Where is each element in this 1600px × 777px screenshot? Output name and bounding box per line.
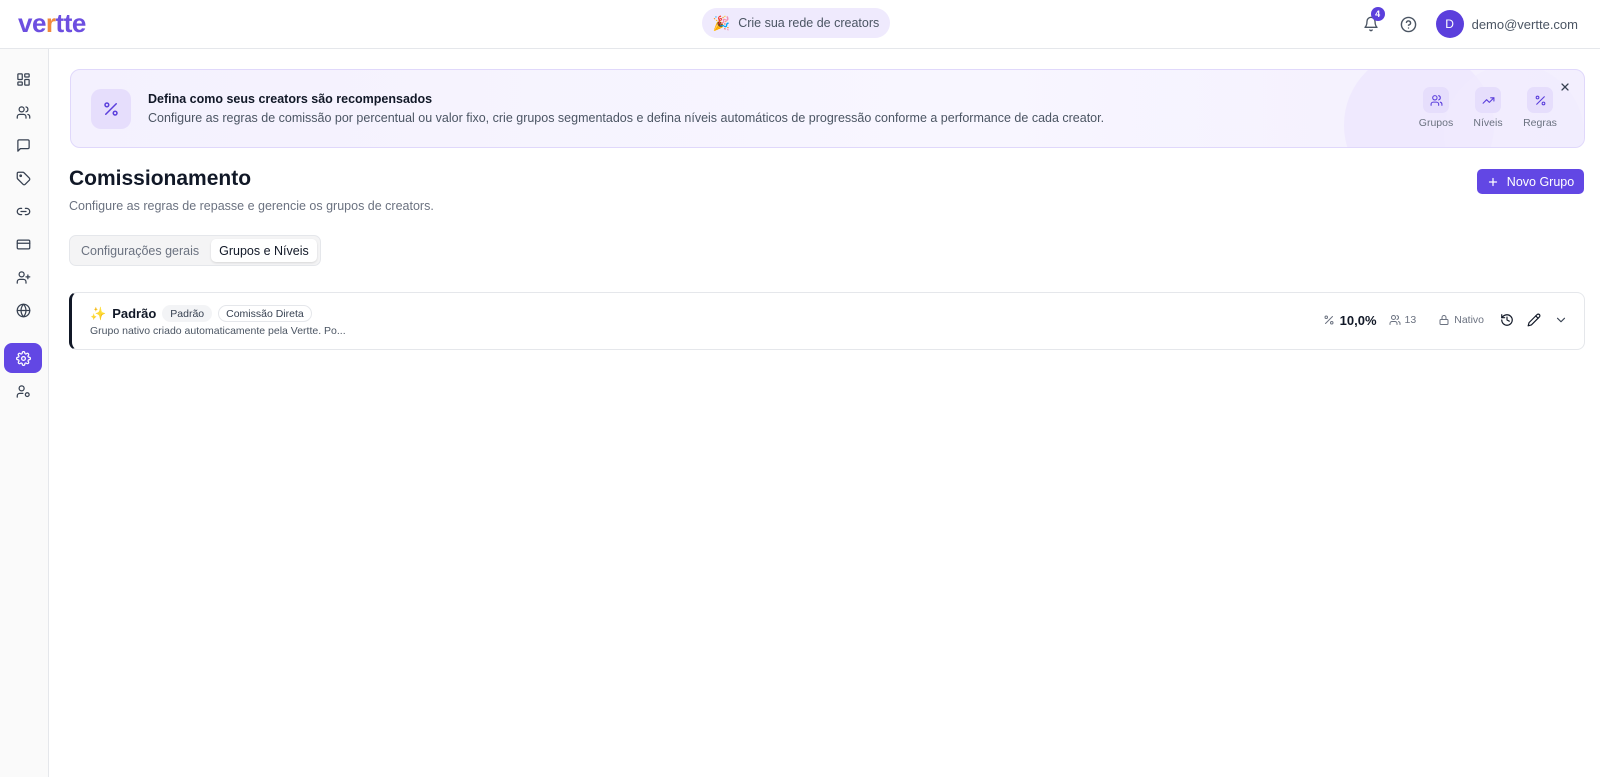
group-header: ✨ Padrão Padrão Comissão Direta (90, 305, 312, 322)
users-icon (1389, 315, 1401, 325)
group-card[interactable]: ✨ Padrão Padrão Comissão Direta Grupo na… (69, 292, 1585, 350)
sidebar-item-payments[interactable] (4, 229, 42, 259)
banner-close-button[interactable] (1556, 78, 1574, 96)
banner-shortcut-label: Níveis (1473, 117, 1503, 129)
group-name: Padrão (112, 306, 157, 321)
dashboard-icon (16, 72, 30, 86)
sidebar-item-links[interactable] (4, 196, 42, 226)
commission-rate: 10,0% (1323, 313, 1377, 328)
avatar: D (1435, 10, 1464, 38)
default-badge: Padrão (162, 305, 213, 322)
sidebar-item-website[interactable] (4, 295, 42, 325)
pencil-icon (1527, 313, 1541, 327)
user-email: demo@vertte.com (1471, 16, 1578, 32)
app-logo[interactable]: vertte (18, 8, 86, 38)
percent-icon (1527, 87, 1553, 113)
group-description: Grupo nativo criado automaticamente pela… (90, 325, 346, 337)
user-menu[interactable]: D demo@vertte.com (1435, 10, 1578, 38)
commission-rate-value: 10,0% (1339, 312, 1377, 328)
edit-group-button[interactable] (1523, 309, 1545, 331)
user-settings-icon (16, 384, 30, 398)
sidebar-item-account[interactable] (4, 376, 42, 406)
link-icon (16, 207, 30, 215)
banner-shortcut-groups[interactable]: Grupos (1410, 87, 1462, 129)
member-count: 13 (1389, 314, 1417, 326)
percent-icon (1324, 315, 1334, 325)
close-icon (1561, 83, 1569, 91)
expand-group-button[interactable] (1550, 309, 1572, 331)
commission-type-badge: Comissão Direta (218, 305, 312, 322)
sidebar-item-coupons[interactable] (4, 163, 42, 193)
banner-shortcut-label: Regras (1523, 117, 1557, 129)
sidebar-item-messages[interactable] (4, 130, 42, 160)
top-bar: vertte 🎉 Crie sua rede de creators 4 D d… (0, 0, 1600, 49)
group-meta: 10,0% 13 Nativo (1323, 309, 1572, 331)
tab-groups-levels[interactable]: Grupos e Níveis (211, 239, 317, 262)
top-right-controls: 4 D demo@vertte.com (1356, 7, 1578, 39)
users-icon (16, 105, 30, 119)
history-icon (1501, 314, 1513, 326)
party-popper-icon: 🎉 (712, 14, 731, 31)
chevron-down-icon (1556, 317, 1566, 323)
sidebar-item-dashboard[interactable] (4, 64, 42, 94)
trending-up-icon (1475, 87, 1501, 113)
history-button[interactable] (1496, 309, 1518, 331)
lock-icon (1439, 315, 1449, 325)
new-group-label: Novo Grupo (1506, 174, 1575, 189)
banner-shortcut-label: Grupos (1418, 117, 1454, 129)
sidebar-item-creators[interactable] (4, 97, 42, 127)
notification-count-badge: 4 (1370, 7, 1385, 21)
native-label: Nativo (1454, 314, 1484, 326)
commission-info-banner: Defina como seus creators são recompensa… (70, 69, 1585, 148)
notifications-button[interactable]: 4 (1356, 7, 1386, 39)
sidebar-item-invite[interactable] (4, 262, 42, 292)
help-button[interactable] (1394, 9, 1424, 39)
sidebar-item-settings[interactable] (4, 343, 42, 373)
tag-icon (16, 171, 30, 185)
globe-icon (16, 303, 30, 317)
sidebar (0, 49, 49, 777)
new-group-button[interactable]: Novo Grupo (1477, 169, 1584, 194)
banner-description: Configure as regras de comissão por perc… (148, 111, 1105, 125)
commission-tabs: Configurações gerais Grupos e Níveis (69, 235, 321, 266)
native-badge: Nativo (1438, 314, 1484, 326)
users-icon (1423, 87, 1449, 113)
credit-card-icon (16, 239, 30, 249)
banner-title: Defina como seus creators são recompensa… (148, 92, 433, 106)
message-icon (16, 138, 30, 152)
sparkles-icon: ✨ (90, 305, 107, 321)
page-subtitle: Configure as regras de repasse e gerenci… (69, 199, 434, 213)
settings-icon (15, 350, 31, 366)
member-count-value: 13 (1404, 314, 1417, 326)
promo-label: Crie sua rede de creators (738, 16, 880, 30)
plus-icon (1488, 177, 1497, 186)
banner-shortcuts: Grupos Níveis Regras (1410, 87, 1566, 129)
create-network-promo-button[interactable]: 🎉 Crie sua rede de creators (702, 8, 890, 38)
page-title: Comissionamento (69, 167, 252, 190)
help-circle-icon (1400, 16, 1417, 32)
banner-shortcut-levels[interactable]: Níveis (1462, 87, 1514, 129)
percent-icon (91, 89, 131, 129)
user-plus-icon (16, 270, 30, 284)
tab-general-settings[interactable]: Configurações gerais (73, 239, 207, 262)
